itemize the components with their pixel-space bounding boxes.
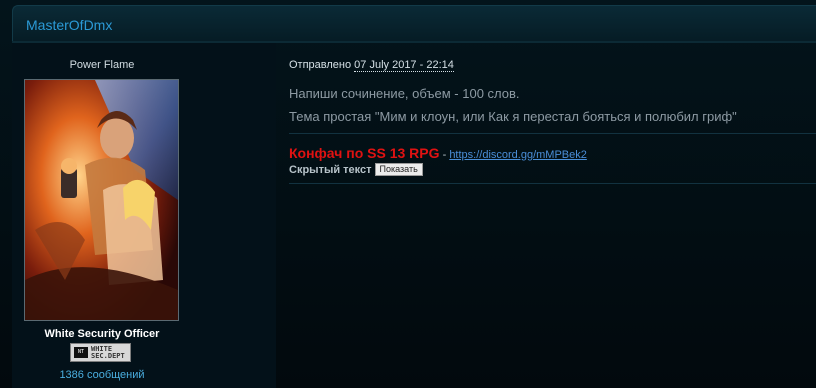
post-text-line-2: Тема простая "Мим и клоун, или Как я пер… [289,109,737,124]
badge-logo: NT [74,347,88,358]
author-name-link[interactable]: MasterOfDmx [26,17,112,33]
post-header: MasterOfDmx [12,5,816,41]
spoiler-block: Скрытый текст Показать [289,163,423,176]
post-text-line-1: Напиши сочинение, объем - 100 слов. [289,86,520,101]
signature-separator: - [439,149,450,161]
user-group-title: White Security Officer [44,328,160,340]
post-date-link[interactable]: 07 July 2017 - 22:14 [354,59,454,72]
post-count[interactable]: 1386 сообщений [12,369,192,381]
user-rank-title: Power Flame [69,59,135,71]
signature-promo-text: Конфач по SS 13 RPG [289,145,440,161]
avatar[interactable] [24,79,179,321]
forum-post: MasterOfDmx Power Flame White Security O… [0,0,816,388]
sent-label: Отправлено [289,59,352,71]
post-meta: Отправлено 07 July 2017 - 22:14 [289,59,454,72]
discord-link[interactable]: https://discord.gg/mMPBek2 [449,149,587,161]
security-badge-icon: NT WHITE SEC.DEPT [70,343,131,362]
author-info-column: Power Flame White Security Officer NT WH… [12,43,276,388]
spoiler-label: Скрытый текст [289,163,372,176]
badge-text-line-2: SEC.DEPT [91,351,125,360]
signature: Конфач по SS 13 RPG - https://discord.gg… [289,145,587,161]
signature-divider [289,133,816,134]
show-spoiler-button[interactable]: Показать [374,163,423,176]
post-bottom-divider [289,183,816,184]
